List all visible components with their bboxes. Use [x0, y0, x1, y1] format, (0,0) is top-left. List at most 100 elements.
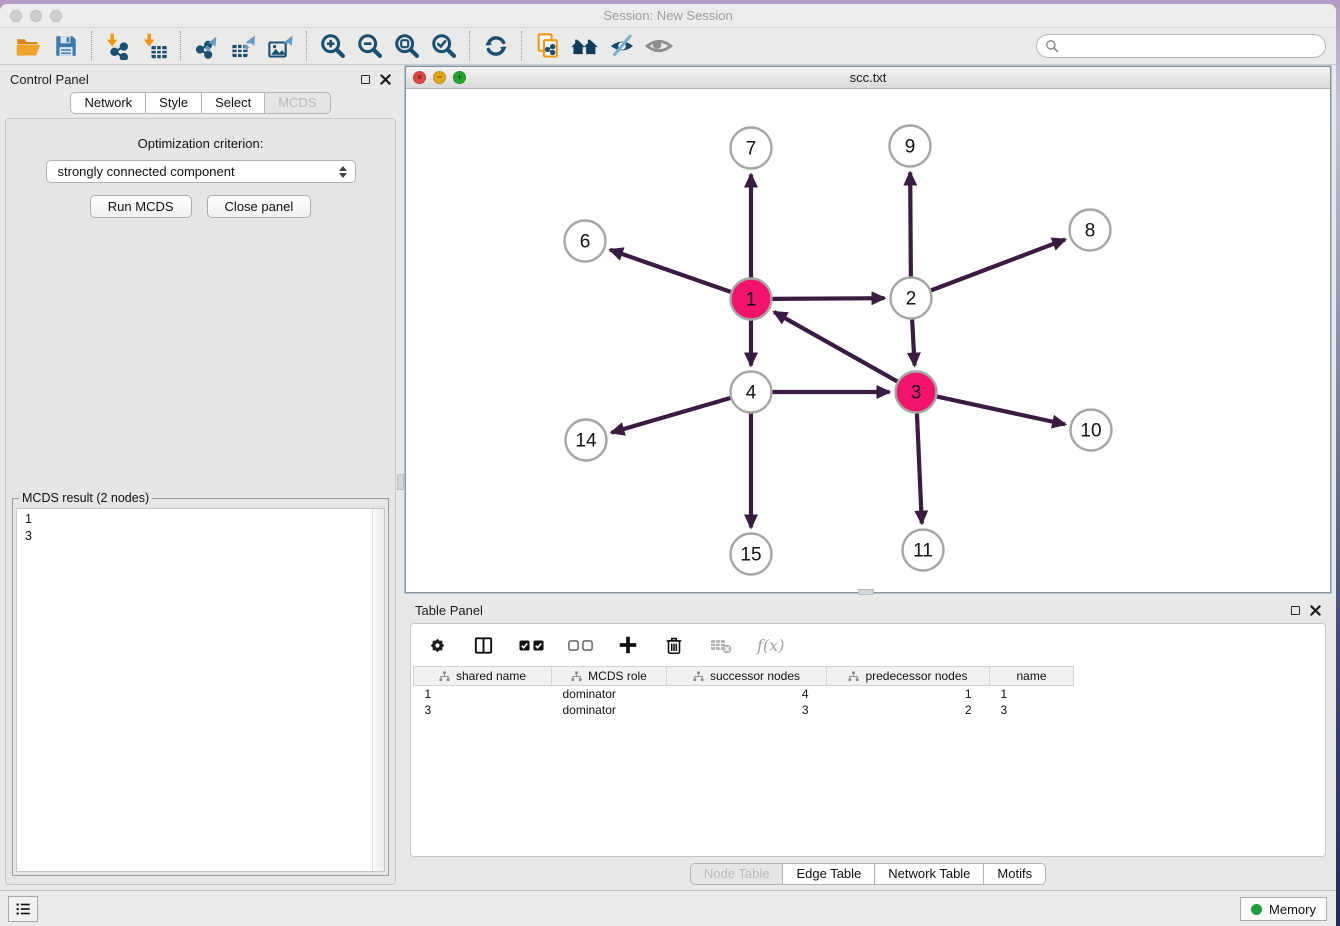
- save-icon: [53, 33, 79, 59]
- copy-network-icon: [534, 32, 562, 60]
- graph-edge-4-14[interactable]: [611, 398, 730, 433]
- table-cell[interactable]: 3: [990, 702, 1074, 718]
- deselect-all-icon[interactable]: [568, 640, 593, 651]
- table-row[interactable]: 1dominator411: [414, 686, 1074, 702]
- memory-status-icon: [1251, 904, 1262, 915]
- search-input[interactable]: [1064, 39, 1317, 53]
- zoom-out-button[interactable]: [351, 31, 388, 62]
- run-mcds-button[interactable]: Run MCDS: [90, 195, 192, 218]
- svg-text:15: 15: [740, 545, 761, 566]
- tab-network[interactable]: Network: [70, 92, 146, 114]
- graph-node-6[interactable]: 6: [565, 221, 606, 262]
- column-header-successor-nodes[interactable]: successor nodes: [667, 667, 827, 686]
- save-session-button[interactable]: [47, 31, 84, 62]
- delete-row-trash-icon[interactable]: [663, 634, 685, 656]
- graph-node-14[interactable]: 14: [566, 420, 607, 461]
- table-cell[interactable]: 3: [667, 702, 827, 718]
- tab-node-table[interactable]: Node Table: [690, 863, 784, 885]
- column-header-predecessor-nodes[interactable]: predecessor nodes: [827, 667, 990, 686]
- export-table-button[interactable]: [225, 31, 262, 62]
- refresh-layout-button[interactable]: [477, 31, 514, 62]
- table-cell[interactable]: 1: [990, 686, 1074, 702]
- graph-node-9[interactable]: 9: [890, 126, 931, 167]
- export-network-button[interactable]: [188, 31, 225, 62]
- graph-node-2[interactable]: 2: [891, 278, 932, 319]
- table-cell[interactable]: 1: [414, 686, 552, 702]
- column-header-shared-name[interactable]: shared name: [414, 667, 552, 686]
- mcds-result-textarea[interactable]: 13: [16, 508, 385, 872]
- search-field[interactable]: [1036, 34, 1326, 58]
- show-network-button[interactable]: [640, 31, 677, 62]
- export-image-button[interactable]: [262, 31, 299, 62]
- copy-network-button[interactable]: [529, 31, 566, 62]
- graph-edge-3-11[interactable]: [917, 413, 922, 523]
- table-cell[interactable]: 2: [827, 702, 990, 718]
- graph-edge-3-10[interactable]: [937, 397, 1065, 425]
- tab-mcds[interactable]: MCDS: [264, 92, 330, 114]
- graph-node-10[interactable]: 10: [1071, 410, 1112, 451]
- graph-node-1[interactable]: 1: [731, 279, 772, 320]
- table-settings-gear-icon[interactable]: [427, 635, 448, 656]
- graph-edge-3-1[interactable]: [774, 312, 897, 381]
- import-table-button[interactable]: [136, 31, 173, 62]
- tab-motifs[interactable]: Motifs: [983, 863, 1046, 885]
- control-panel-header: Control Panel: [0, 66, 401, 92]
- import-network-button[interactable]: [99, 31, 136, 62]
- delete-table-icon: [709, 633, 733, 657]
- table-cell[interactable]: 4: [667, 686, 827, 702]
- selected-criterion: strongly connected component: [58, 164, 235, 179]
- import-table-icon: [141, 32, 169, 60]
- table-splitter-handle[interactable]: [858, 589, 874, 595]
- graph-edge-2-9[interactable]: [910, 172, 911, 276]
- home-button[interactable]: [566, 31, 603, 62]
- float-table-panel-icon[interactable]: [1291, 606, 1300, 615]
- tab-style[interactable]: Style: [145, 92, 202, 114]
- graph-edge-2-8[interactable]: [931, 239, 1065, 290]
- graph-node-4[interactable]: 4: [731, 372, 772, 413]
- table-cell[interactable]: dominator: [552, 686, 667, 702]
- float-panel-icon[interactable]: [361, 75, 370, 84]
- graph-node-8[interactable]: 8: [1070, 210, 1111, 251]
- open-session-button[interactable]: [10, 31, 47, 62]
- table-tabs: Node Table Edge Table Network Table Moti…: [405, 863, 1331, 885]
- task-history-button[interactable]: [8, 896, 38, 922]
- column-header-MCDS-role[interactable]: MCDS role: [552, 667, 667, 686]
- optimization-criterion-select[interactable]: strongly connected component: [46, 160, 356, 183]
- control-panel-tabs: Network Style Select MCDS: [0, 92, 401, 114]
- zoom-fit-button[interactable]: [388, 31, 425, 62]
- table-panel: Table Panel: [405, 597, 1331, 890]
- close-panel-icon[interactable]: [380, 74, 391, 85]
- close-table-panel-icon[interactable]: [1310, 605, 1321, 616]
- panel-splitter-handle[interactable]: [397, 474, 404, 490]
- tab-network-table[interactable]: Network Table: [874, 863, 984, 885]
- graph-node-11[interactable]: 11: [903, 530, 944, 571]
- network-canvas[interactable]: 1 2 3 4 6 7 8 9 10 11 14 15: [406, 90, 1330, 592]
- graph-node-7[interactable]: 7: [731, 128, 772, 169]
- dropdown-stepper-icon: [339, 166, 349, 178]
- graph-edge-1-6[interactable]: [610, 250, 731, 292]
- graph-node-15[interactable]: 15: [731, 534, 772, 575]
- zoom-in-icon: [319, 32, 347, 60]
- memory-button[interactable]: Memory: [1240, 897, 1327, 921]
- attribute-tree-icon: [571, 671, 582, 682]
- select-all-icon[interactable]: [519, 640, 544, 651]
- split-columns-icon[interactable]: [472, 634, 495, 657]
- hide-network-button[interactable]: [603, 31, 640, 62]
- graph-node-3[interactable]: 3: [896, 372, 937, 413]
- table-cell[interactable]: dominator: [552, 702, 667, 718]
- add-row-icon[interactable]: [617, 634, 639, 656]
- column-header-name[interactable]: name: [990, 667, 1074, 686]
- close-panel-button[interactable]: Close panel: [207, 195, 312, 218]
- tab-select[interactable]: Select: [201, 92, 265, 114]
- svg-text:11: 11: [913, 541, 933, 562]
- svg-text:7: 7: [746, 139, 757, 160]
- tab-edge-table[interactable]: Edge Table: [782, 863, 875, 885]
- graph-edge-1-2[interactable]: [772, 298, 884, 299]
- zoom-selected-button[interactable]: [425, 31, 462, 62]
- table-row[interactable]: 3dominator323: [414, 702, 1074, 718]
- result-scrollbar[interactable]: [372, 509, 384, 871]
- table-cell[interactable]: 1: [827, 686, 990, 702]
- zoom-in-button[interactable]: [314, 31, 351, 62]
- table-cell[interactable]: 3: [414, 702, 552, 718]
- graph-edge-2-3[interactable]: [912, 319, 914, 365]
